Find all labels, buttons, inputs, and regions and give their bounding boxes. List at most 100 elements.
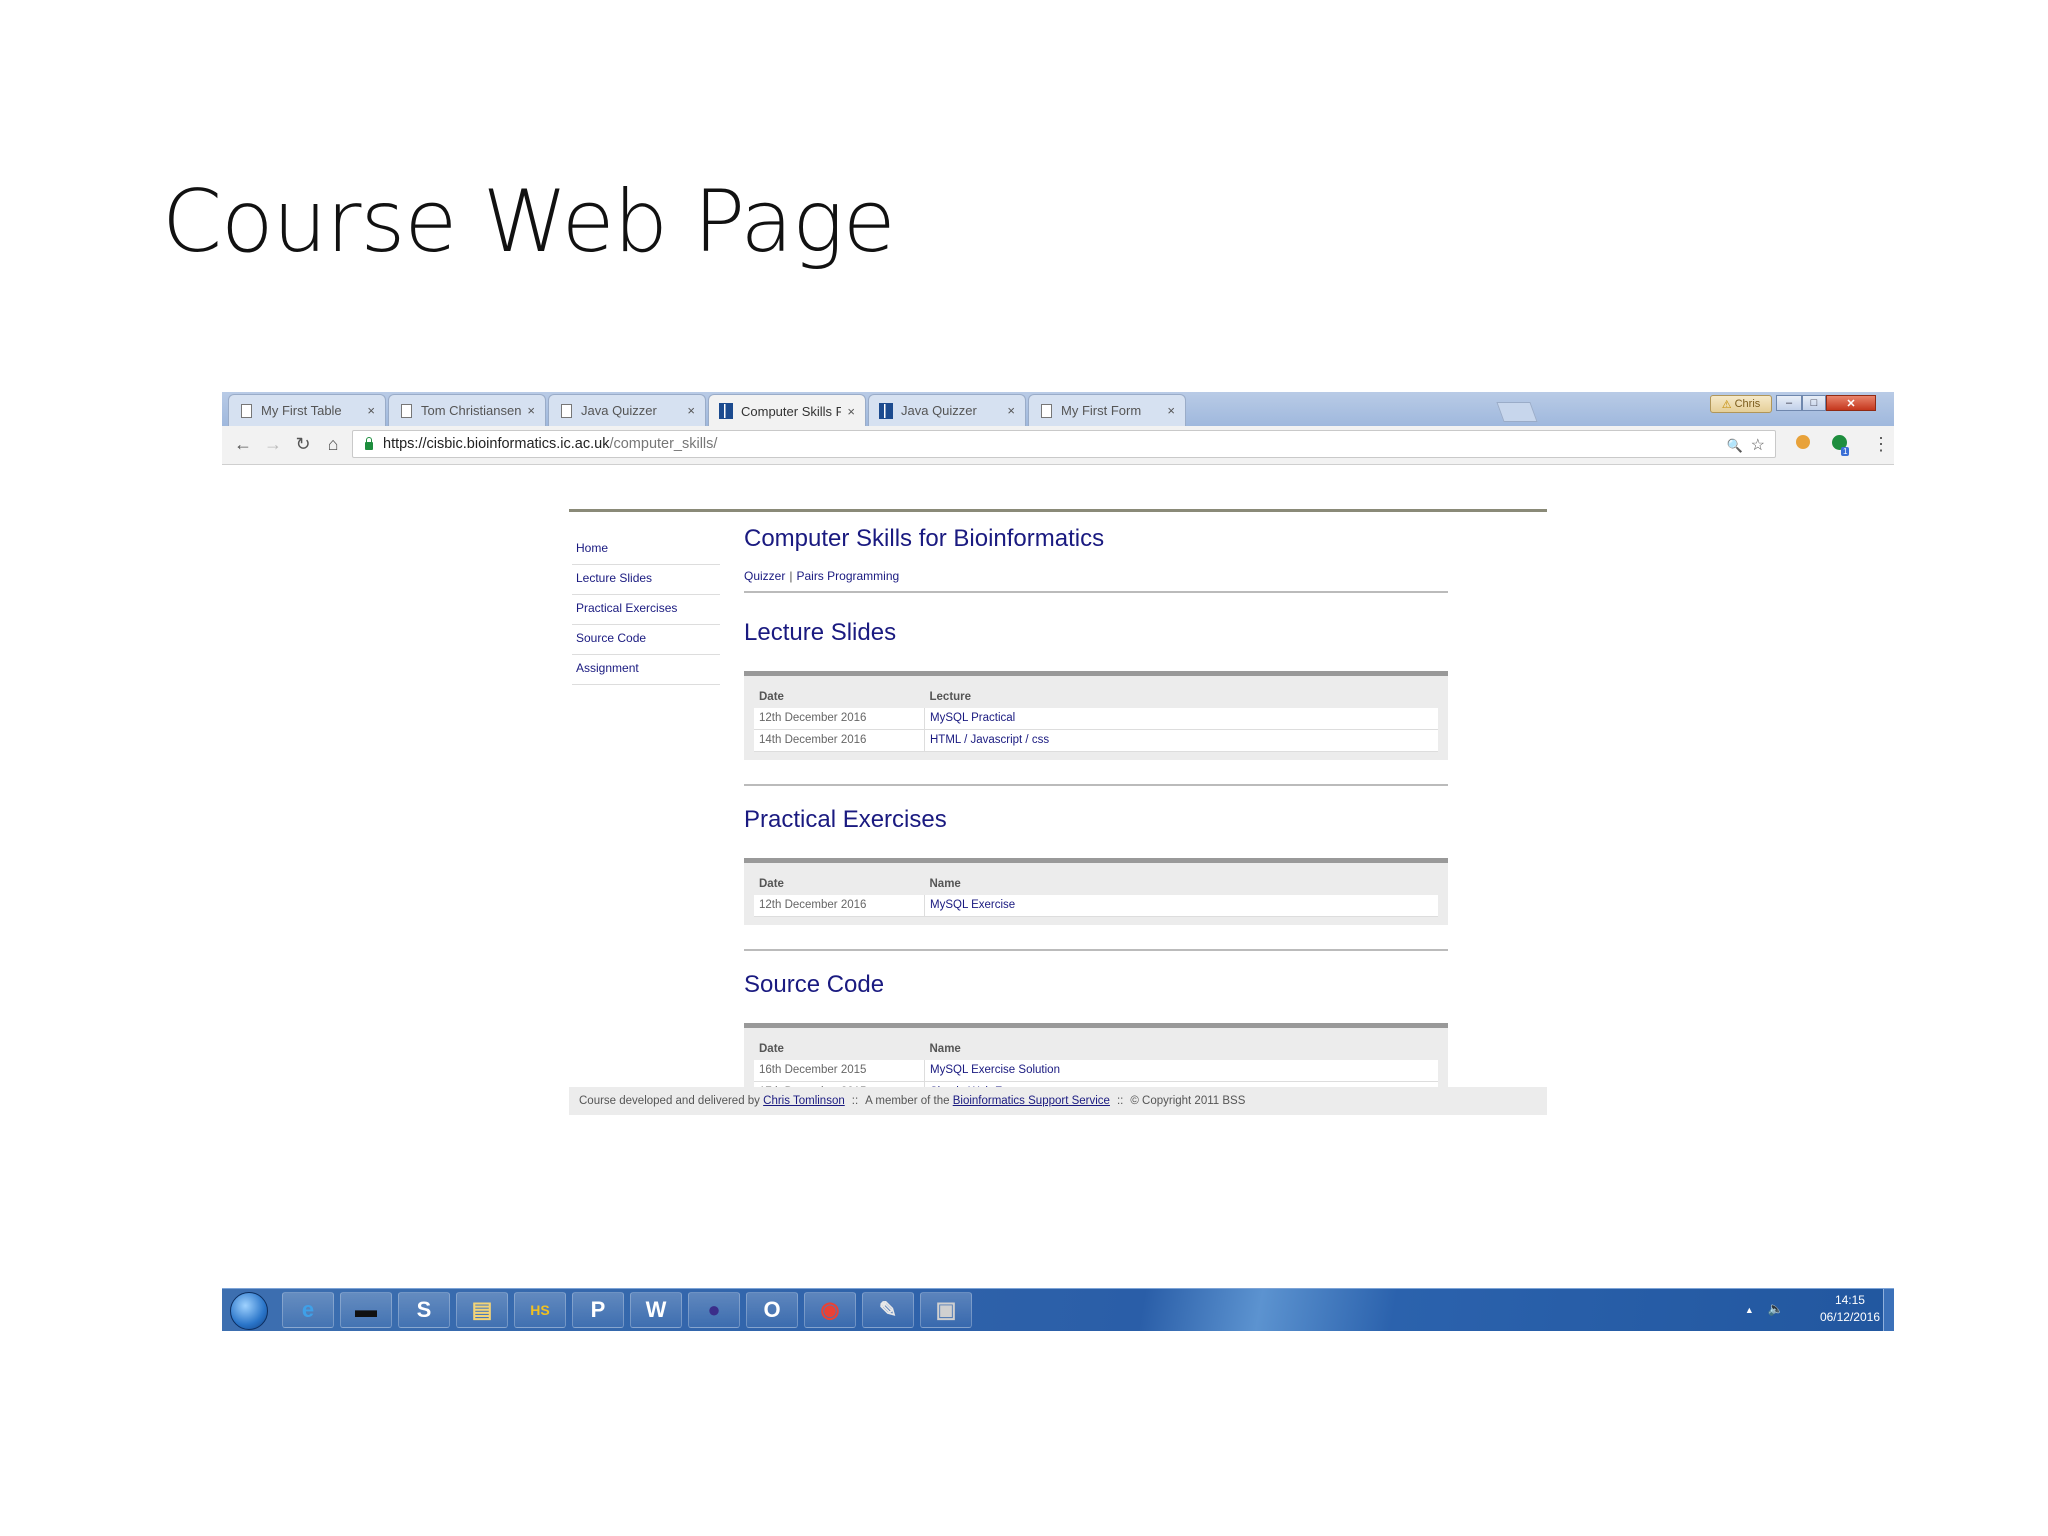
- tab-label: Computer Skills For Bioin: [741, 403, 842, 419]
- tab-close-icon[interactable]: ×: [1167, 403, 1175, 418]
- table-row: 14th December 2016 HTML / Javascript / cs…: [754, 729, 1438, 752]
- section-table: Date Name 12th December 2016 MySQL Exercise: [744, 858, 1448, 925]
- section-divider: [744, 949, 1448, 951]
- extension-badge-count: 1: [1841, 447, 1850, 456]
- slide-title: Course Web Page: [162, 172, 896, 272]
- row-link[interactable]: MySQL Exercise: [924, 895, 1438, 917]
- chrome-icon[interactable]: ◉: [804, 1292, 856, 1328]
- table-row: 12th December 2016 MySQL Practical: [754, 708, 1438, 730]
- browser-tab[interactable]: My First Table ×: [228, 394, 386, 426]
- table-row: 12th December 2016 MySQL Exercise: [754, 895, 1438, 917]
- window-close-button[interactable]: ✕: [1826, 395, 1876, 411]
- maximize-button[interactable]: □: [1802, 395, 1826, 411]
- page-icon: [241, 403, 252, 418]
- paint-icon[interactable]: ✎: [862, 1292, 914, 1328]
- skype-icon[interactable]: S: [398, 1292, 450, 1328]
- row-date: 12th December 2016: [754, 895, 925, 917]
- site-favicon-icon: [879, 402, 893, 419]
- tab-label: My First Table: [261, 403, 342, 418]
- extension-icon[interactable]: [1796, 435, 1810, 454]
- column-header: Date: [759, 878, 784, 890]
- column-header: Date: [759, 691, 784, 703]
- forward-button[interactable]: →: [262, 434, 284, 455]
- file-explorer-icon[interactable]: ▤: [456, 1292, 508, 1328]
- footer-separator: ::: [1116, 1095, 1124, 1107]
- profile-chip[interactable]: ⚠ Chris: [1710, 395, 1772, 413]
- header-rule: [569, 509, 1547, 512]
- member-prefix: A member of the: [865, 1095, 950, 1107]
- hs-app-icon[interactable]: HS: [514, 1292, 566, 1328]
- browser-tab[interactable]: Tom Christiansen Subjec ×: [388, 394, 546, 426]
- browser-menu-button[interactable]: ⋮: [1872, 434, 1890, 455]
- page-icon: [1041, 403, 1052, 418]
- copyright-text: © Copyright 2011 BSS: [1130, 1095, 1246, 1107]
- sidebar-nav: Home Lecture Slides Practical Exercises Sou…: [572, 535, 720, 685]
- tab-close-icon[interactable]: ×: [847, 404, 855, 419]
- show-desktop-button[interactable]: [1883, 1289, 1894, 1331]
- section-heading: Source Code: [744, 971, 885, 998]
- home-button[interactable]: ⌂: [322, 434, 344, 455]
- security-app-icon[interactable]: ▣: [920, 1292, 972, 1328]
- section-heading: Lecture Slides: [744, 619, 897, 646]
- section-divider: [744, 784, 1448, 786]
- row-date: 16th December 2015: [754, 1060, 925, 1082]
- quizzer-link[interactable]: Quizzer: [744, 569, 785, 583]
- eclipse-icon[interactable]: ●: [688, 1292, 740, 1328]
- author-link[interactable]: Chris Tomlinson: [763, 1095, 845, 1107]
- reload-button[interactable]: ↻: [292, 434, 314, 455]
- tab-close-icon[interactable]: ×: [1007, 403, 1015, 418]
- clock-time: 14:15: [1834, 1293, 1865, 1307]
- row-date: 14th December 2016: [754, 729, 925, 752]
- start-button[interactable]: [230, 1292, 268, 1330]
- zoom-icon[interactable]: 🔍: [1726, 438, 1742, 453]
- page-icon: [561, 403, 572, 418]
- row-link[interactable]: MySQL Exercise Solution: [924, 1060, 1438, 1082]
- row-link[interactable]: MySQL Practical: [924, 708, 1438, 730]
- sidebar-item-practical-exercises[interactable]: Practical Exercises: [572, 595, 720, 625]
- clock-date: 06/12/2016: [1819, 1310, 1880, 1324]
- system-tray: ▲ 🔈: [1745, 1301, 1784, 1317]
- browser-tab[interactable]: Java Quizzer ×: [548, 394, 706, 426]
- sidebar-item-home[interactable]: Home: [572, 535, 720, 565]
- tray-expand-icon[interactable]: ▲: [1745, 1305, 1754, 1315]
- tab-close-icon[interactable]: ×: [527, 403, 535, 418]
- omnibox-actions: 🔍 ☆: [1726, 435, 1765, 455]
- tab-close-icon[interactable]: ×: [367, 403, 375, 418]
- column-header: Name: [929, 1043, 961, 1055]
- table-row: 16th December 2015 MySQL Exercise Solutio…: [754, 1060, 1438, 1082]
- support-service-link[interactable]: Bioinformatics Support Service: [953, 1095, 1110, 1107]
- extension-badge-icon[interactable]: 1: [1832, 435, 1855, 456]
- back-button[interactable]: ←: [232, 434, 254, 455]
- clock[interactable]: 14:15 06/12/2016: [1820, 1292, 1880, 1326]
- sublink-separator: |: [789, 569, 793, 583]
- outlook-icon[interactable]: O: [746, 1292, 798, 1328]
- footer-separator: ::: [851, 1095, 859, 1107]
- column-header: Date: [759, 1043, 784, 1055]
- bookmark-star-icon[interactable]: ☆: [1751, 437, 1765, 454]
- internet-explorer-icon[interactable]: e: [282, 1292, 334, 1328]
- warning-icon: ⚠: [1721, 398, 1732, 411]
- browser-tab[interactable]: My First Form ×: [1028, 394, 1186, 426]
- sidebar-item-assignment[interactable]: Assignment: [572, 655, 720, 685]
- sidebar-item-lecture-slides[interactable]: Lecture Slides: [572, 565, 720, 595]
- column-header: Lecture: [929, 691, 972, 703]
- page-title: Computer Skills for Bioinformatics: [744, 525, 1105, 552]
- browser-tab[interactable]: Computer Skills For Bioin ×: [708, 394, 866, 427]
- profile-name: Chris: [1734, 398, 1761, 410]
- tab-close-icon[interactable]: ×: [687, 403, 695, 418]
- word-icon[interactable]: W: [630, 1292, 682, 1328]
- address-bar[interactable]: https://cisbic.bioinformatics.ic.ac.uk/c…: [352, 430, 1776, 458]
- volume-icon[interactable]: 🔈: [1768, 1301, 1784, 1316]
- row-link[interactable]: HTML / Javascript / css: [924, 729, 1438, 752]
- powerpoint-icon[interactable]: P: [572, 1292, 624, 1328]
- sidebar-item-source-code[interactable]: Source Code: [572, 625, 720, 655]
- screenshot: My First Table×Tom Christiansen Subjec×J…: [222, 392, 1894, 1331]
- browser-tab[interactable]: Java Quizzer ×: [868, 394, 1026, 426]
- column-header: Name: [929, 878, 961, 890]
- section-table: Date Lecture 12th December 2016 MySQL Pract…: [744, 671, 1448, 760]
- minimize-button[interactable]: –: [1776, 395, 1802, 411]
- pairs-programming-link[interactable]: Pairs Programming: [796, 569, 899, 583]
- new-tab-button[interactable]: [1496, 402, 1538, 422]
- terminal-icon[interactable]: ▬: [340, 1292, 392, 1328]
- site-favicon-icon: [719, 403, 733, 419]
